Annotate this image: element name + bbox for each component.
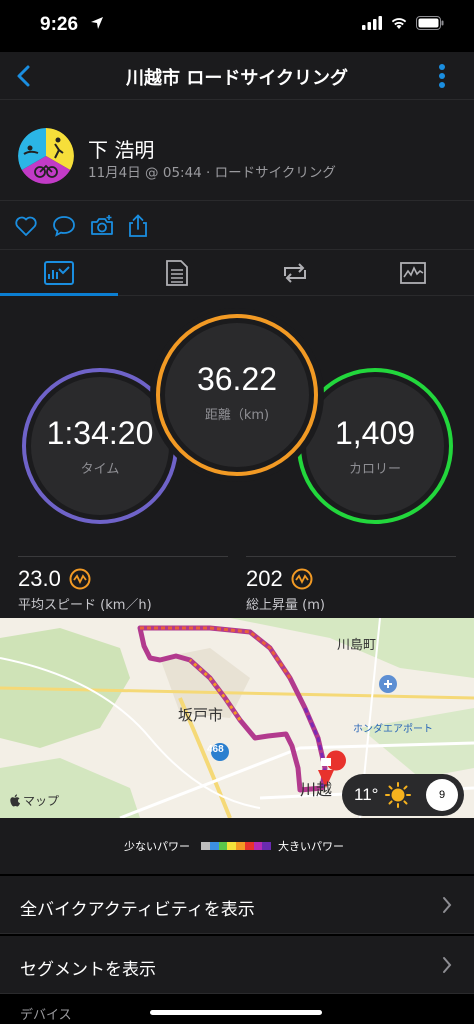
activity-subtitle: 11月4日 @ 05:44 · ロードサイクリング [88,165,336,181]
avg-speed-value: 23.0 [18,566,61,591]
apple-logo-icon [10,794,20,807]
home-indicator[interactable] [150,1010,322,1015]
legend-min-label: 少ないパワー [124,840,190,853]
legend-swatch [209,842,219,850]
user-name: 下 浩明 [88,138,155,162]
actions-row [0,200,474,250]
like-heart-icon[interactable] [14,214,38,238]
legend-swatch [253,842,263,850]
weather-pill[interactable]: 11° 9 [342,774,464,816]
navigation-bar: 川越市 ロードサイクリング [0,52,474,100]
list-item-label: セグメントを表示 [20,960,156,980]
legend-max-label: 大きいパワー [278,840,344,853]
battery-icon [416,16,444,30]
avg-speed-label: 平均スピード (km／h) [18,598,152,613]
comment-icon[interactable] [52,214,76,238]
wind-dial: 9 [426,779,458,811]
power-legend: 少ないパワー 大きいパワー [0,818,474,874]
view-segments[interactable]: セグメントを表示 [0,936,474,994]
chevron-right-icon [443,957,452,973]
tab-summary[interactable] [0,250,118,296]
weather-temp: 11° [354,785,379,804]
activity-header [0,100,474,200]
location-arrow-icon [91,17,103,29]
map-label-city2: 川越 [300,780,333,799]
legend-swatch [236,842,245,850]
distance-ring: 36.22 距離（km) [156,314,318,476]
tab-laps[interactable] [236,250,354,296]
details-list-icon [166,260,188,286]
summary-chart-icon [44,261,74,285]
map-label-city1: 坂戸市 [178,706,224,724]
list-item-label: 全バイクアクティビティを表示 [20,900,255,920]
avatar[interactable] [18,128,74,184]
tab-details[interactable] [118,250,236,296]
share-icon[interactable] [126,214,150,238]
elevation-label: 総上昇量 (m) [246,598,325,613]
map-label-airport: ホンダエアポート [353,724,433,735]
time-ring: 1:34:20 タイム [22,368,178,524]
chevron-right-icon [443,897,452,913]
time-value: 1:34:20 [46,415,154,451]
calories-ring: 1,409 カロリー [297,368,453,524]
devices-section-label: デバイス [20,1008,72,1023]
graph-icon [400,262,426,284]
status-bar: 9:26 [0,0,474,52]
laps-icon [284,263,306,283]
wifi-icon [391,18,407,29]
distance-value: 36.22 [196,361,278,397]
legend-swatch [201,842,210,850]
power-wave-icon[interactable] [291,568,313,590]
legend-color-bar [201,842,271,850]
map-label-town: 川島町 [337,638,377,653]
calories-value: 1,409 [334,415,416,451]
page-title: 川越市 ロードサイクリング [126,68,348,89]
power-wave-icon[interactable] [69,568,91,590]
legend-swatch [218,842,228,850]
more-options-icon[interactable] [438,62,446,90]
legend-swatch [262,842,271,850]
avg-speed-metric: 23.0 平均スピード (km／h) [18,566,152,613]
time-label: タイム [80,462,120,477]
calories-label: カロリー [348,462,401,477]
legend-swatch [244,842,254,850]
tab-graphs[interactable] [354,250,472,296]
map-attribution: マップ [10,792,59,809]
sun-icon [385,782,412,808]
elevation-metric: 202 総上昇量 (m) [246,566,325,613]
route-map[interactable]: 坂戸市 川島町 ホンダエアポート 川越 468 マップ 11° 9 [0,618,474,818]
wind-speed: 9 [438,789,446,801]
signal-icon [362,16,382,30]
activity-tabs [0,250,474,296]
view-all-bike-activities[interactable]: 全バイクアクティビティを表示 [0,876,474,934]
add-photo-icon[interactable] [90,214,114,238]
status-icons [362,16,444,30]
legend-swatch [227,842,236,850]
map-attribution-text: マップ [23,794,60,808]
metric-divider-left [18,556,228,557]
metric-divider-right [246,556,456,557]
distance-label: 距離（km) [204,408,270,423]
route-number-label: 468 [207,744,224,755]
elevation-value: 202 [246,566,283,591]
status-time: 9:26 [40,14,79,35]
